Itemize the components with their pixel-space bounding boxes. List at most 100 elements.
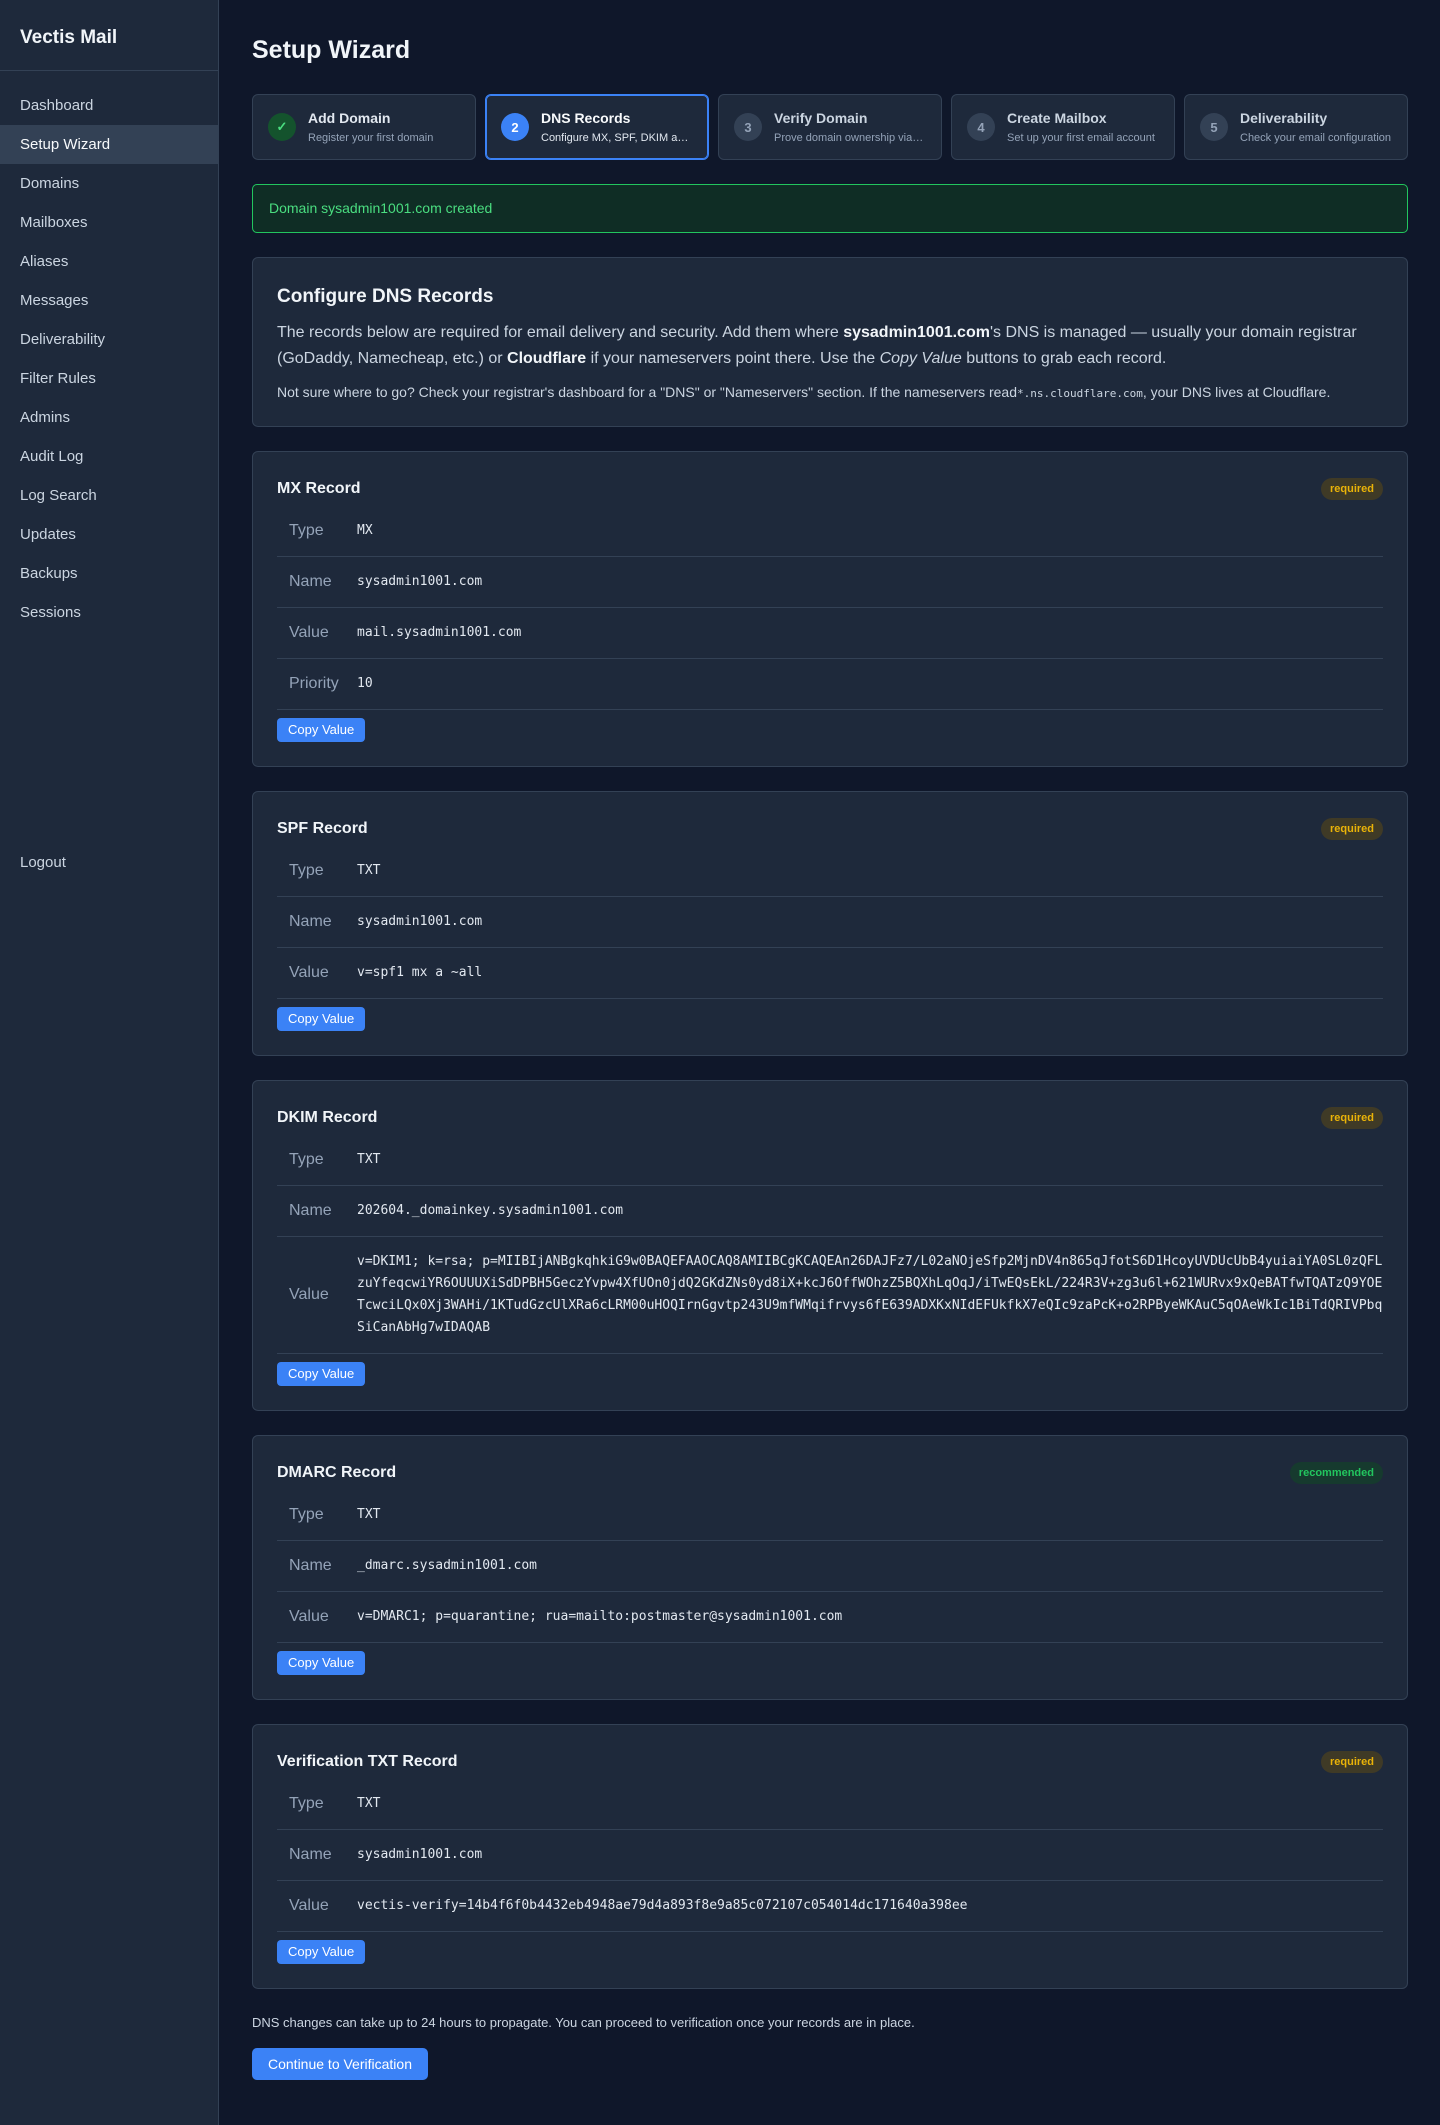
- sidebar-item-domains[interactable]: Domains: [0, 164, 218, 203]
- record-label: Name: [289, 913, 332, 930]
- record-label: Name: [289, 1202, 332, 1219]
- step-number: 4: [967, 113, 995, 141]
- hint-text: Not sure where to go? Check your registr…: [277, 384, 1017, 400]
- record-header: DKIM Record required: [277, 1105, 1383, 1131]
- step-title: Verify Domain: [774, 110, 868, 126]
- sidebar: Vectis Mail Dashboard Setup Wizard Domains…: [0, 0, 219, 2125]
- record-label: Value: [289, 1608, 329, 1625]
- copy-value-button[interactable]: Copy Value: [277, 718, 366, 742]
- intro-copy-value: Copy Value: [879, 350, 962, 367]
- record-row-type: Type MX: [277, 506, 1383, 557]
- record-row-name: Name sysadmin1001.com: [277, 557, 1383, 608]
- sidebar-item-filter-rules[interactable]: Filter Rules: [0, 359, 218, 398]
- record-label: Value: [289, 1286, 329, 1303]
- copy-value-button[interactable]: Copy Value: [277, 1362, 366, 1386]
- record-label: Type: [289, 522, 324, 539]
- sidebar-item-aliases[interactable]: Aliases: [0, 242, 218, 281]
- record-row-priority: Priority 10: [277, 659, 1383, 710]
- sidebar-item-messages[interactable]: Messages: [0, 281, 218, 320]
- record-title: Verification TXT Record: [277, 1753, 458, 1770]
- record-header: DMARC Record recommended: [277, 1460, 1383, 1486]
- sidebar-item-deliverability[interactable]: Deliverability: [0, 320, 218, 359]
- wizard-step-1[interactable]: ✓ Add Domain Register your first domain: [252, 94, 476, 160]
- record-value: sysadmin1001.com: [357, 914, 483, 929]
- sidebar-item-admins[interactable]: Admins: [0, 398, 218, 437]
- record-title: DKIM Record: [277, 1109, 378, 1126]
- intro-cloudflare: Cloudflare: [507, 350, 587, 367]
- record-row-name: Name sysadmin1001.com: [277, 1830, 1383, 1881]
- sidebar-item-backups[interactable]: Backups: [0, 554, 218, 593]
- record-header: MX Record required: [277, 476, 1383, 502]
- record-row-type: Type TXT: [277, 1779, 1383, 1830]
- sidebar-nav: Dashboard Setup Wizard Domains Mailboxes Ali…: [0, 71, 218, 632]
- main-content: Setup Wizard ✓ Add Domain Register your fi…: [252, 0, 1408, 2080]
- propagation-note: DNS changes can take up to 24 hours to p…: [252, 2015, 915, 2030]
- record-value: TXT: [357, 863, 381, 878]
- success-alert: Domain sysadmin1001.com created: [252, 184, 1408, 233]
- sidebar-item-audit-log[interactable]: Audit Log: [0, 437, 218, 476]
- step-text: Deliverability Check your email configura…: [1240, 110, 1391, 144]
- step-subtitle: Register your first domain: [308, 132, 434, 144]
- record-header: SPF Record required: [277, 816, 1383, 842]
- record-row-type: Type TXT: [277, 1490, 1383, 1541]
- record-header: Verification TXT Record required: [277, 1749, 1383, 1775]
- record-label: Value: [289, 624, 329, 641]
- checkmark-icon: ✓: [268, 113, 296, 141]
- sidebar-item-mailboxes[interactable]: Mailboxes: [0, 203, 218, 242]
- record-row-value: Value v=spf1 mx a ~all: [277, 948, 1383, 999]
- step-title: Deliverability: [1240, 110, 1328, 126]
- record-value: v=DKIM1; k=rsa; p=MIIBIjANBgkqhkiG9w0BAQ…: [357, 1254, 1383, 1335]
- step-text: Add Domain Register your first domain: [308, 110, 433, 144]
- verification-txt-record-card: Verification TXT Record required Type TXT Na…: [252, 1724, 1408, 1989]
- record-row-type: Type TXT: [277, 1135, 1383, 1186]
- continue-to-verification-button[interactable]: Continue to Verification: [252, 2048, 428, 2080]
- record-badge: required: [1320, 1751, 1383, 1773]
- step-number: 5: [1200, 113, 1228, 141]
- record-badge: required: [1320, 478, 1383, 500]
- record-badge: required: [1320, 818, 1383, 840]
- step-text: DNS Records Configure MX, SPF, DKIM and D…: [541, 110, 693, 144]
- record-value: v=DMARC1; p=quarantine; rua=mailto:postm…: [357, 1609, 843, 1624]
- record-label: Value: [289, 964, 329, 981]
- step-subtitle: Prove domain ownership via DNS: [774, 132, 926, 144]
- wizard-step-4[interactable]: 4 Create Mailbox Set up your first email a…: [951, 94, 1175, 160]
- record-value: _dmarc.sysadmin1001.com: [357, 1558, 538, 1573]
- record-label: Priority: [289, 675, 339, 692]
- record-label: Type: [289, 1795, 324, 1812]
- sidebar-item-updates[interactable]: Updates: [0, 515, 218, 554]
- copy-value-button[interactable]: Copy Value: [277, 1007, 366, 1031]
- step-text: Create Mailbox Set up your first email ac…: [1007, 110, 1155, 144]
- hint-text: , your DNS lives at Cloudflare.: [1142, 384, 1331, 400]
- record-value: sysadmin1001.com: [357, 1847, 483, 1862]
- intro-paragraph: The records below are required for email…: [277, 320, 1383, 372]
- sidebar-item-log-search[interactable]: Log Search: [0, 476, 218, 515]
- record-title: SPF Record: [277, 820, 368, 837]
- record-row-value: Value mail.sysadmin1001.com: [277, 608, 1383, 659]
- sidebar-item-setup-wizard[interactable]: Setup Wizard: [0, 125, 218, 164]
- dns-records: MX Record required Type MX Name sysadmin1001.…: [252, 451, 1408, 1989]
- step-number: 2: [501, 113, 529, 141]
- dmarc-record-card: DMARC Record recommended Type TXT Name _dmarc…: [252, 1435, 1408, 1700]
- wizard-step-2[interactable]: 2 DNS Records Configure MX, SPF, DKIM and …: [485, 94, 709, 160]
- step-title: Add Domain: [308, 110, 391, 126]
- record-badge: required: [1320, 1107, 1383, 1129]
- copy-value-button[interactable]: Copy Value: [277, 1940, 366, 1964]
- step-title: DNS Records: [541, 110, 631, 126]
- sidebar-item-sessions[interactable]: Sessions: [0, 593, 218, 632]
- copy-value-button[interactable]: Copy Value: [277, 1651, 366, 1675]
- record-row-name: Name sysadmin1001.com: [277, 897, 1383, 948]
- logout-link[interactable]: Logout: [20, 854, 66, 871]
- record-value: 10: [357, 676, 373, 691]
- record-title: DMARC Record: [277, 1464, 397, 1481]
- record-row-name: Name 202604._domainkey.sysadmin1001.com: [277, 1186, 1383, 1237]
- step-text: Verify Domain Prove domain ownership via …: [774, 110, 926, 144]
- hint-code: *.ns.cloudflare.com: [1016, 387, 1143, 400]
- record-value: TXT: [357, 1152, 381, 1167]
- wizard-step-3[interactable]: 3 Verify Domain Prove domain ownership via…: [718, 94, 942, 160]
- wizard-step-5[interactable]: 5 Deliverability Check your email configur…: [1184, 94, 1408, 160]
- mx-record-card: MX Record required Type MX Name sysadmin1001.…: [252, 451, 1408, 767]
- intro-hint: Not sure where to go? Check your registr…: [277, 382, 1383, 404]
- wizard-steps: ✓ Add Domain Register your first domain 2 DN…: [252, 94, 1408, 160]
- sidebar-item-dashboard[interactable]: Dashboard: [0, 86, 218, 125]
- record-label: Type: [289, 862, 324, 879]
